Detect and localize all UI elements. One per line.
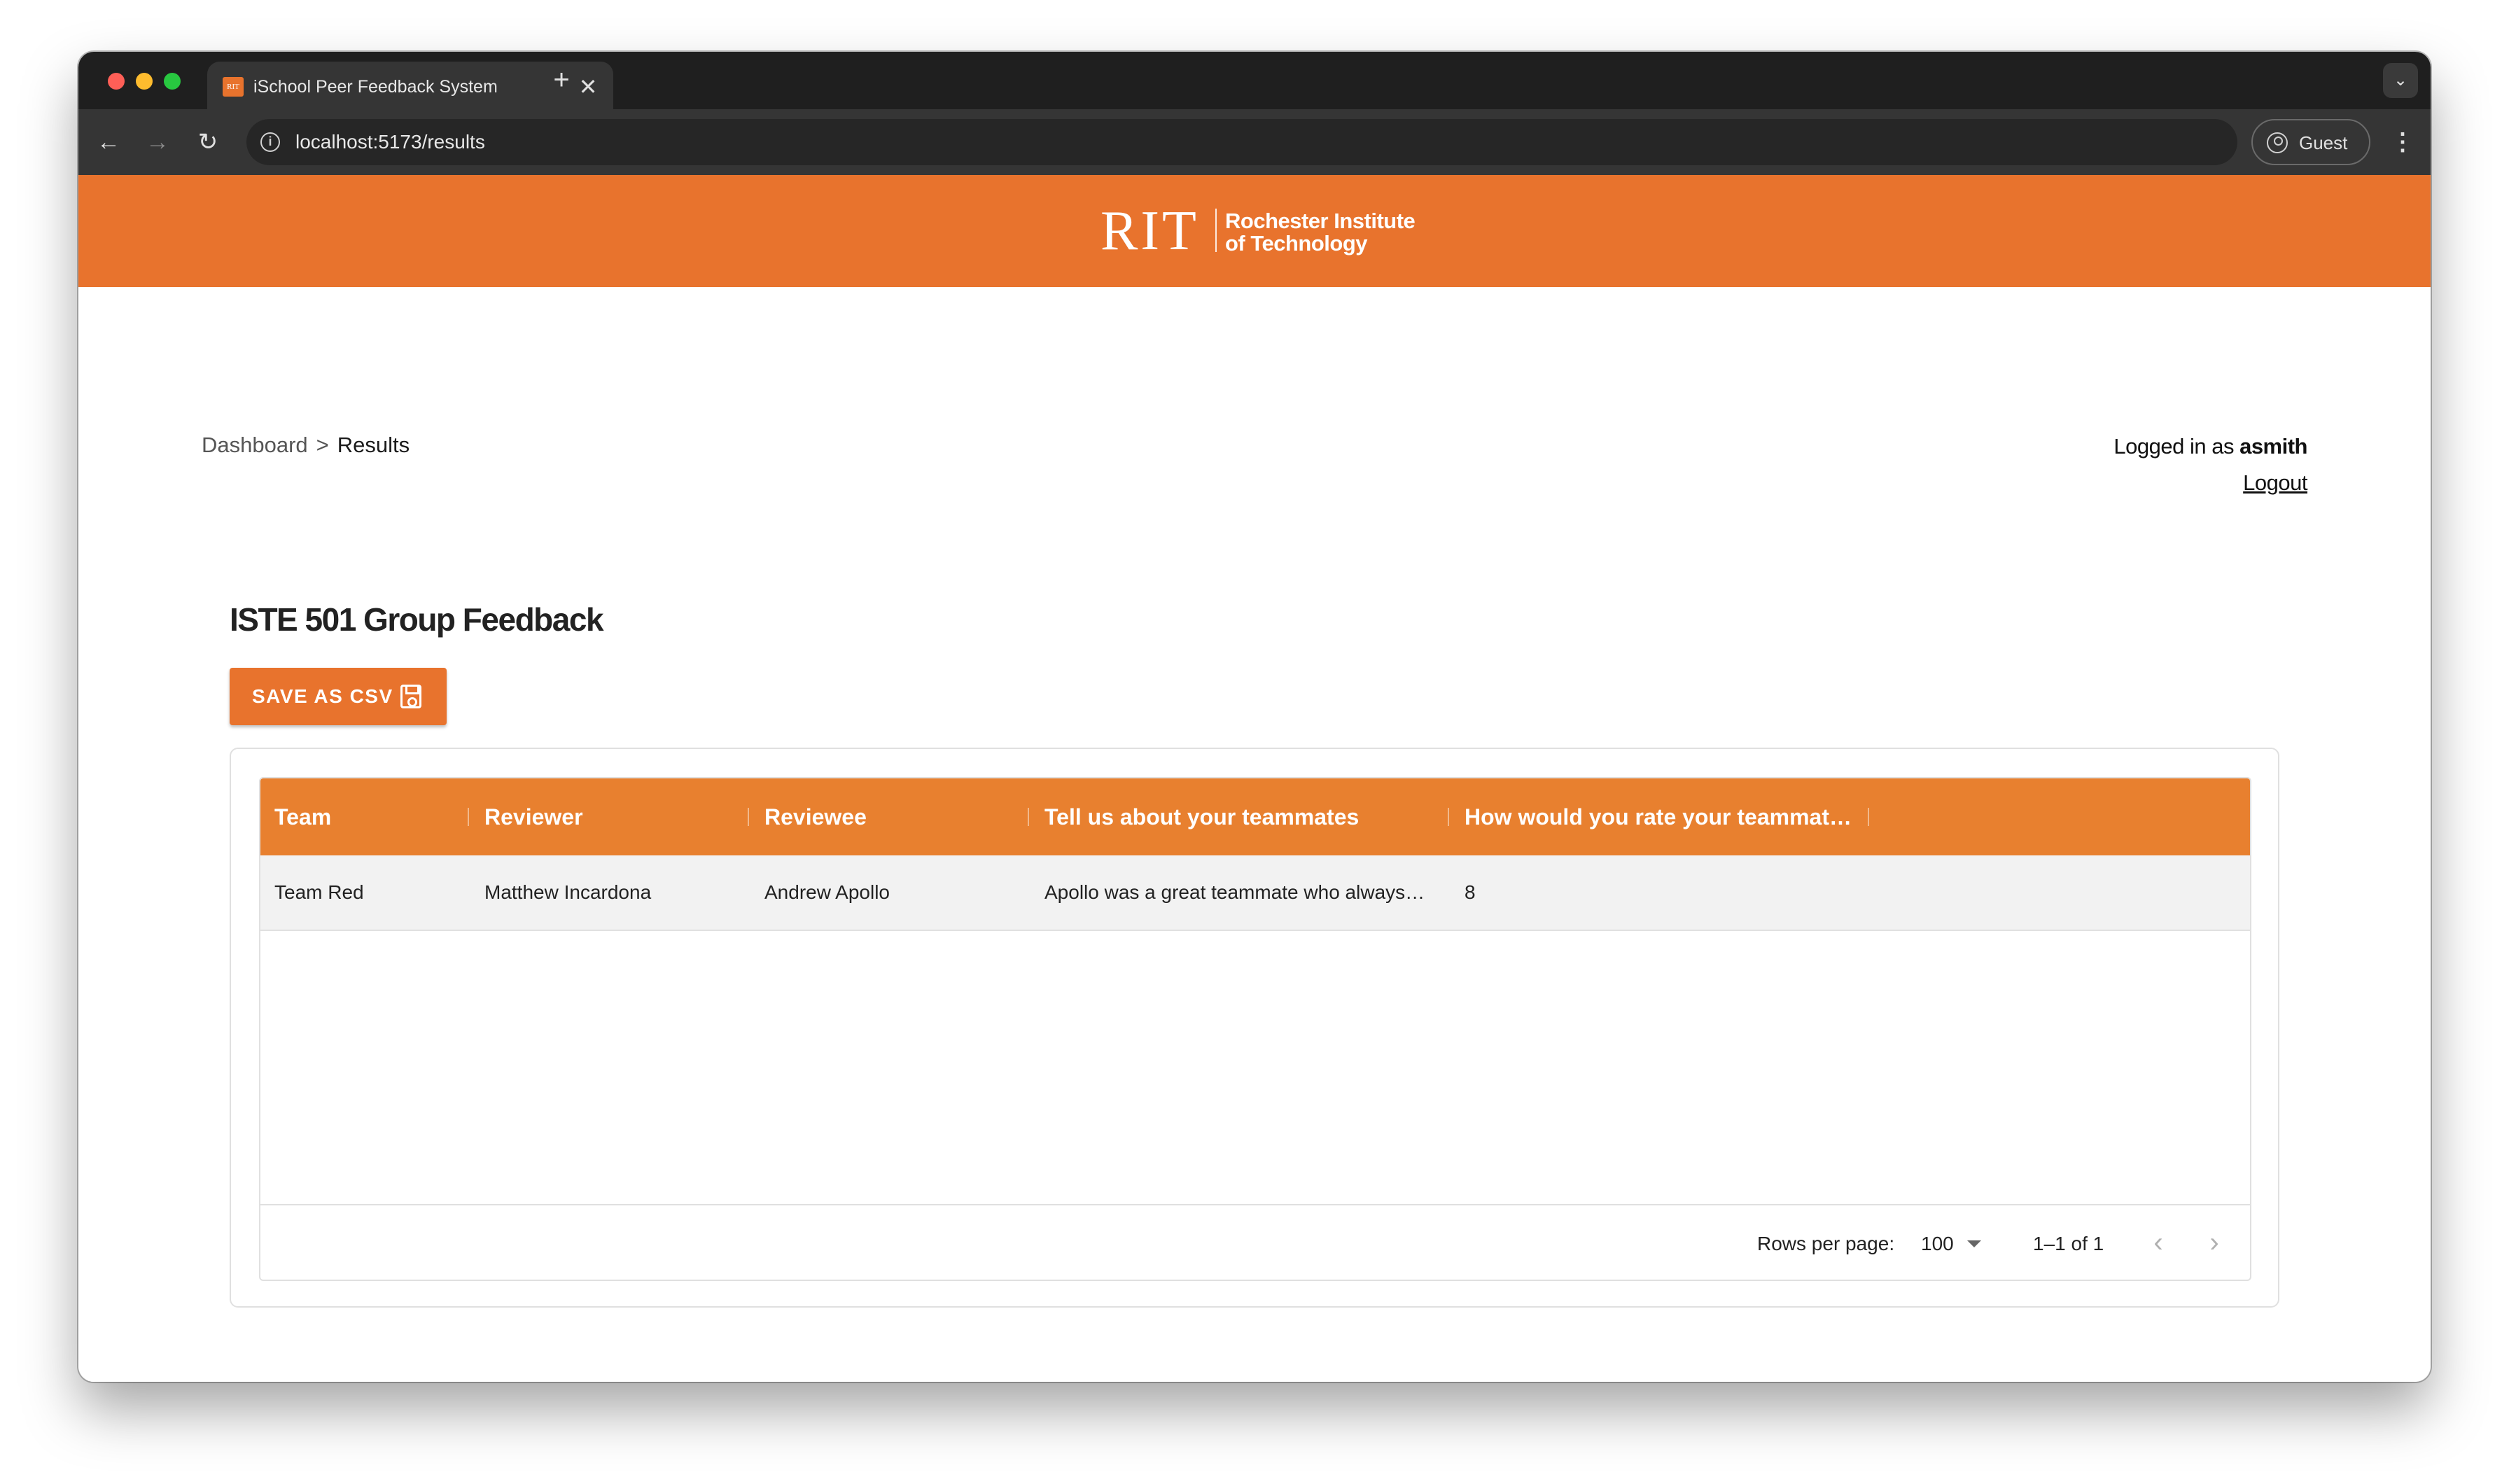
tab-title: iSchool Peer Feedback System: [253, 77, 498, 97]
maximize-window-button[interactable]: [164, 73, 181, 90]
cell-teammate-rating[interactable]: 8: [1465, 879, 1864, 906]
next-page-icon[interactable]: ›: [2197, 1225, 2232, 1263]
close-window-button[interactable]: [108, 73, 125, 90]
breadcrumb-current: Results: [337, 433, 410, 457]
breadcrumb: Dashboard > Results: [202, 431, 410, 459]
reload-icon[interactable]: ↻: [190, 125, 225, 160]
column-header-teammate-rating[interactable]: How would you rate your teammat…: [1465, 804, 1852, 830]
results-data-grid: Team Reviewer Reviewee Tell us about you…: [259, 777, 2251, 1281]
logged-in-username: asmith: [2239, 434, 2307, 458]
dropdown-caret-icon: [1967, 1240, 1981, 1247]
profile-button[interactable]: Guest: [2251, 119, 2370, 165]
logo-divider: [1215, 209, 1217, 252]
column-separator[interactable]: [468, 808, 469, 826]
rows-per-page-select[interactable]: 100: [1921, 1231, 1988, 1257]
results-card: Team Reviewer Reviewee Tell us about you…: [230, 748, 2279, 1308]
previous-page-icon[interactable]: ‹: [2141, 1225, 2176, 1263]
column-header-reviewer[interactable]: Reviewer: [484, 804, 583, 830]
breadcrumb-separator: >: [316, 433, 329, 457]
cell-reviewer[interactable]: Matthew Incardona: [484, 879, 743, 906]
new-tab-button[interactable]: +: [547, 66, 575, 95]
column-separator[interactable]: [1448, 808, 1449, 826]
breadcrumb-dashboard-link[interactable]: Dashboard: [202, 433, 308, 457]
rows-per-page-label: Rows per page:: [1757, 1233, 1895, 1254]
browser-toolbar: ← → ↻ i localhost:5173/results Guest ⋮: [78, 109, 2431, 175]
url-text[interactable]: localhost:5173/results: [295, 130, 485, 154]
profile-avatar-icon: [2267, 132, 2288, 153]
minimize-window-button[interactable]: [136, 73, 153, 90]
save-floppy-icon: [400, 685, 421, 708]
tab-search-chevron-icon[interactable]: ⌄: [2383, 63, 2418, 98]
column-header-team[interactable]: Team: [274, 804, 331, 830]
profile-label: Guest: [2299, 132, 2348, 153]
save-as-csv-button[interactable]: SAVE AS CSV: [230, 668, 447, 725]
page-title: ISTE 501 Group Feedback: [230, 601, 604, 638]
forward-arrow-icon[interactable]: →: [140, 125, 175, 160]
rit-logo[interactable]: RIT Rochester Institute of Technology: [1100, 202, 1423, 260]
logged-in-status: Logged in as asmith: [2113, 433, 2307, 461]
rows-per-page-value: 100: [1921, 1233, 1954, 1254]
browser-menu-icon[interactable]: ⋮: [2389, 125, 2417, 160]
page-content: RIT Rochester Institute of Technology Da…: [78, 175, 2431, 1382]
table-row[interactable]: Team Red Matthew Incardona Andrew Apollo…: [260, 855, 2250, 931]
column-header-teammates-feedback[interactable]: Tell us about your teammates: [1044, 804, 1359, 830]
column-header-reviewee[interactable]: Reviewee: [764, 804, 867, 830]
address-bar[interactable]: i localhost:5173/results: [246, 119, 2237, 165]
back-arrow-icon[interactable]: ←: [91, 125, 126, 160]
tab-strip: RIT iSchool Peer Feedback System ✕ + ⌄: [78, 52, 2431, 109]
rit-logo-text: Rochester Institute of Technology: [1225, 209, 1416, 255]
cell-teammates-feedback[interactable]: Apollo was a great teammate who always…: [1044, 879, 1444, 906]
column-separator[interactable]: [748, 808, 749, 826]
pagination-range: 1–1 of 1: [2033, 1233, 2104, 1254]
browser-window: RIT iSchool Peer Feedback System ✕ + ⌄ ←…: [78, 52, 2431, 1382]
grid-footer-pagination: Rows per page: 100 1–1 of 1 ‹ ›: [260, 1204, 2250, 1280]
cell-team[interactable]: Team Red: [274, 879, 463, 906]
logout-link[interactable]: Logout: [2243, 469, 2307, 497]
site-info-icon[interactable]: i: [260, 132, 280, 152]
header-banner: RIT Rochester Institute of Technology: [78, 175, 2431, 287]
cell-reviewee[interactable]: Andrew Apollo: [764, 879, 1023, 906]
logo-text-line2: of Technology: [1225, 231, 1368, 255]
grid-header-row: Team Reviewer Reviewee Tell us about you…: [260, 778, 2250, 855]
rit-logo-mark: RIT: [1100, 200, 1199, 262]
column-separator[interactable]: [1028, 808, 1029, 826]
save-as-csv-label: SAVE AS CSV: [252, 685, 393, 707]
rit-favicon-icon: RIT: [223, 77, 244, 97]
logged-in-prefix: Logged in as: [2113, 434, 2240, 458]
column-separator[interactable]: [1868, 808, 1869, 826]
logo-text-line1: Rochester Institute: [1225, 209, 1416, 233]
close-tab-icon[interactable]: ✕: [575, 74, 601, 99]
